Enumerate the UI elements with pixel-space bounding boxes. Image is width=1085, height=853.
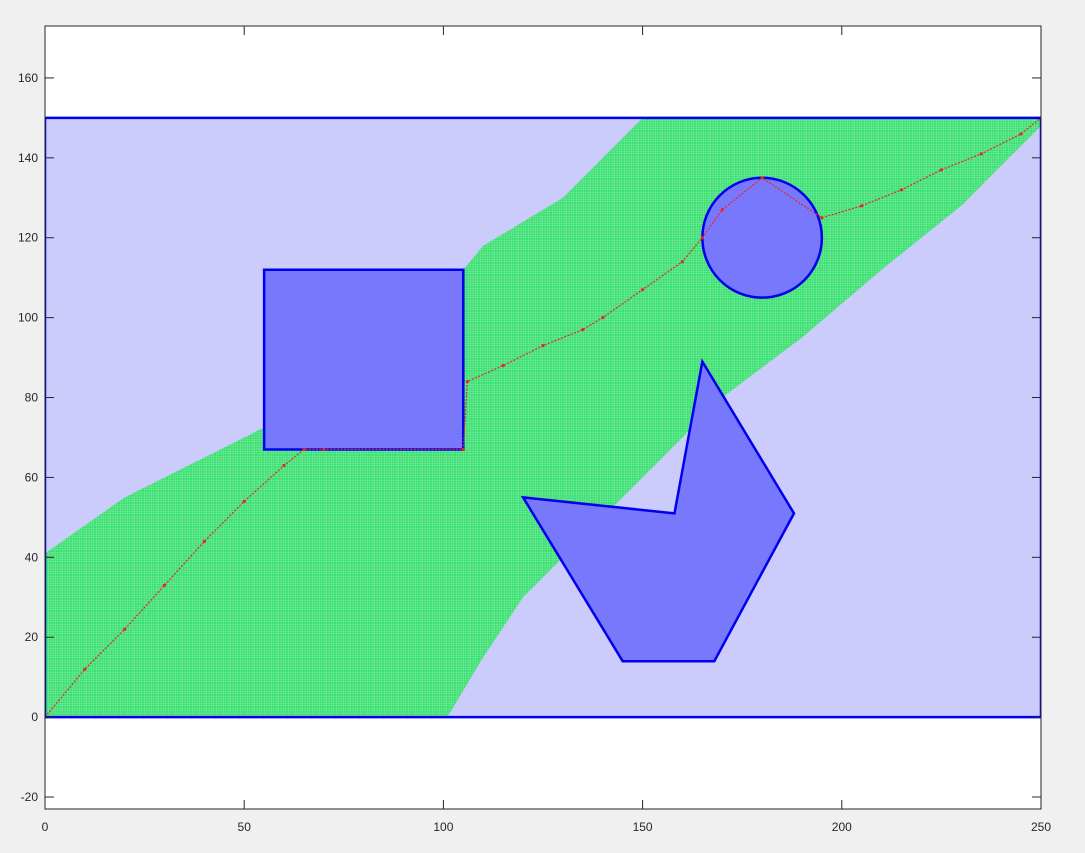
y-tick-label: 60 <box>25 470 39 484</box>
y-tick-label: 140 <box>18 151 38 165</box>
path-point <box>760 176 764 180</box>
path-point <box>899 188 904 192</box>
y-tick-label: 100 <box>18 311 38 325</box>
path-point <box>461 447 465 452</box>
x-tick-label: 50 <box>238 820 252 834</box>
path-point <box>83 667 87 671</box>
x-tick-label: 0 <box>42 820 49 834</box>
path-point <box>641 288 645 292</box>
path-point <box>939 168 944 172</box>
path-point <box>202 539 206 543</box>
path-point <box>860 204 864 208</box>
obstacle-rectangle <box>262 268 465 451</box>
path-point <box>581 328 585 332</box>
y-tick-label: 120 <box>18 231 38 245</box>
path-point <box>720 208 724 212</box>
y-tick-label: 20 <box>25 630 39 644</box>
path-point <box>979 152 983 156</box>
path-point <box>680 260 685 264</box>
path-point <box>465 379 469 384</box>
y-tick-label: 0 <box>31 710 38 724</box>
x-tick-label: 150 <box>633 820 653 834</box>
path-point <box>162 583 167 587</box>
path-point <box>541 343 545 348</box>
x-tick-label: 100 <box>433 820 453 834</box>
x-tick-label: 250 <box>1031 820 1051 834</box>
path-point <box>700 236 704 240</box>
x-tick-label: 200 <box>832 820 852 834</box>
figure: 0 50 100 150 200 250 -20 0 20 40 60 80 100 120 140 160 <box>0 0 1085 853</box>
path-point <box>242 499 246 503</box>
obstacle-circle <box>701 176 824 299</box>
path-point <box>282 463 286 468</box>
y-tick-label: -20 <box>21 790 39 804</box>
y-tick-label: 40 <box>25 550 39 564</box>
path-point <box>322 447 326 452</box>
y-tick-label: 80 <box>25 391 39 405</box>
path-point <box>601 316 605 320</box>
y-tick-label: 160 <box>18 71 38 85</box>
path-point <box>820 216 824 220</box>
path-point <box>123 627 127 631</box>
plot-area <box>45 116 1041 719</box>
path-point <box>302 447 306 452</box>
path-point <box>1019 132 1023 136</box>
path-point <box>501 363 505 368</box>
